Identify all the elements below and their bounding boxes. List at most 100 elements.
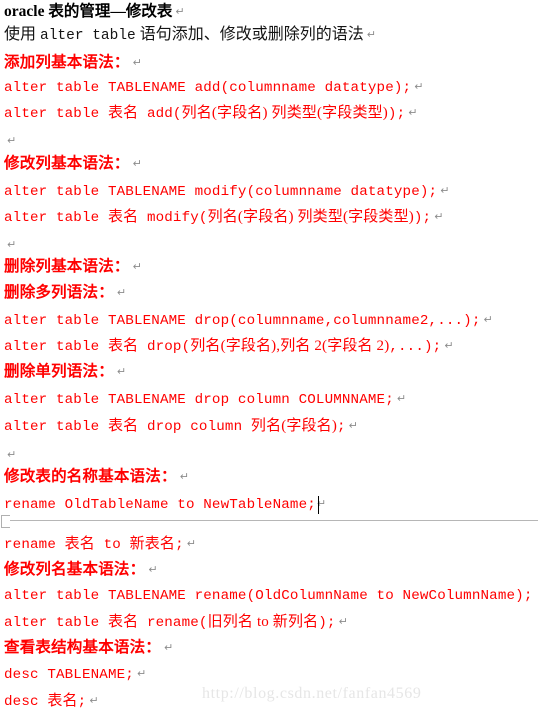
code-text-cjk: 表名 (64, 536, 95, 552)
code-text: alter table TABLENAME drop column COLUMN… (4, 392, 394, 408)
heading-drop-single-column: 删除单列语法： ↵ (4, 364, 126, 380)
return-mark: ↵ (148, 563, 158, 576)
heading-drop-multi-column: 删除多列语法： ↵ (4, 285, 126, 301)
document-title: oracle 表的管理—修改表 ↵ (4, 4, 185, 20)
heading-modify-column: 修改列基本语法： ↵ (4, 156, 142, 172)
document-canvas[interactable]: oracle 表的管理—修改表 ↵ 使用 alter table 语句添加、修改或… (0, 0, 538, 714)
code-rename-table-cn: rename 表名 to 新表名; ↵ (4, 536, 196, 553)
code-text-cjk: 旧列名 to 新列名 (207, 614, 319, 630)
code-text: alter table (4, 210, 108, 226)
return-mark: ↵ (483, 313, 493, 326)
intro-paragraph: 使用 alter table 语句添加、修改或删除列的语法 ↵ (4, 27, 376, 44)
page-title: oracle 表的管理—修改表 (4, 3, 173, 20)
code-text: alter table TABLENAME drop(columnname,co… (4, 313, 481, 329)
heading-add-column: 添加列基本语法： ↵ (4, 55, 142, 71)
heading-label: 删除列基本语法： (4, 258, 130, 275)
section-break-handle[interactable] (1, 515, 10, 528)
code-text: rename( (138, 615, 208, 631)
code-text-cjk: 新表名 (129, 536, 176, 552)
return-mark: ↵ (164, 641, 174, 654)
code-text: ); (387, 106, 406, 122)
watermark: http://blog.csdn.net/fanfan4569 (202, 685, 422, 702)
return-mark: ↵ (348, 419, 358, 432)
code-text: add( (138, 106, 182, 122)
heading-rename-column: 修改列名基本语法： ↵ (4, 562, 158, 578)
return-mark: ↵ (338, 615, 348, 628)
code-text: alter table (4, 419, 108, 435)
return-mark: ↵ (366, 28, 376, 41)
code-drop-single-en: alter table TABLENAME drop column COLUMN… (4, 393, 406, 407)
code-text-cjk: 表名 (107, 105, 139, 121)
heading-rename-table: 修改表的名称基本语法： ↵ (4, 469, 189, 485)
code-text: ; (77, 694, 87, 710)
heading-label: 删除多列语法： (4, 284, 114, 301)
code-rename-column-cn: alter table 表名 rename(旧列名 to 新列名); ↵ (4, 614, 348, 631)
code-modify-column-cn: alter table 表名 modify(列名(字段名) 列类型(字段类型))… (4, 209, 444, 226)
return-mark: ↵ (434, 210, 444, 223)
text-caret (318, 496, 319, 514)
section-break-line (10, 520, 538, 521)
code-text: rename (4, 537, 65, 553)
code-text: ; (336, 419, 346, 435)
code-text: alter table (4, 339, 108, 355)
code-text: alter table (4, 615, 108, 631)
empty-paragraph: ↵ (4, 237, 16, 253)
code-text: rename OldTableName to NewTableName; (4, 497, 316, 513)
code-drop-single-cn: alter table 表名 drop column 列名(字段名); ↵ (4, 418, 358, 435)
code-text: to (94, 537, 130, 553)
intro-text-prefix: 使用 (4, 26, 41, 43)
code-text: drop column (138, 419, 251, 435)
code-text: ); (413, 210, 432, 226)
return-mark: ↵ (396, 392, 407, 405)
code-text-cjk: 表名 (107, 338, 139, 354)
code-text-cjk: 表名 (107, 418, 139, 434)
heading-describe-table: 查看表结构基本语法： ↵ (4, 640, 173, 656)
empty-paragraph: ↵ (4, 447, 16, 463)
code-modify-column-en: alter table TABLENAME modify(columnname … (4, 185, 449, 199)
code-text-cjk: 列名(字段名) 列类型(字段类型) (207, 209, 414, 225)
code-text: alter table TABLENAME add(columnname dat… (4, 80, 412, 96)
return-mark: ↵ (116, 286, 127, 299)
return-mark: ↵ (186, 537, 196, 550)
code-rename-column-en: alter table TABLENAME rename(OldColumnNa… (4, 589, 533, 603)
return-mark: ↵ (132, 157, 142, 170)
return-mark: ↵ (89, 694, 99, 707)
return-mark: ↵ (7, 448, 17, 461)
code-text: desc (4, 694, 48, 710)
return-mark: ↵ (132, 260, 142, 273)
code-text-cjk: 列名(字段名),列名 2(字段名 2) (190, 338, 390, 354)
return-mark: ↵ (136, 667, 147, 680)
code-text: alter table TABLENAME modify(columnname … (4, 184, 438, 200)
code-text-cjk: 列名(字段名) (250, 418, 337, 434)
code-drop-multi-en: alter table TABLENAME drop(columnname,co… (4, 314, 493, 328)
code-text: ; (175, 537, 184, 553)
code-text: ,...); (389, 339, 442, 355)
code-rename-table-en: rename OldTableName to NewTableName;↵ (4, 498, 326, 512)
code-describe-en: desc TABLENAME; ↵ (4, 668, 146, 682)
section-break-rule[interactable] (0, 515, 538, 528)
code-text-cjk: 表名 (47, 693, 78, 709)
heading-drop-column: 删除列基本语法： ↵ (4, 259, 142, 275)
intro-text-code: alter table (40, 28, 136, 44)
return-mark: ↵ (440, 184, 450, 197)
heading-label: 删除单列语法： (4, 363, 114, 380)
return-mark: ↵ (414, 80, 424, 93)
return-mark: ↵ (175, 5, 185, 18)
return-mark: ↵ (132, 56, 142, 69)
heading-label: 修改表的名称基本语法： (4, 468, 177, 485)
code-text: desc TABLENAME; (4, 667, 134, 683)
return-mark: ↵ (7, 134, 17, 147)
heading-label: 添加列基本语法： (4, 54, 130, 71)
heading-label: 修改列基本语法： (4, 155, 130, 172)
code-add-column-en: alter table TABLENAME add(columnname dat… (4, 81, 423, 95)
heading-label: 修改列名基本语法： (4, 561, 146, 578)
code-text-cjk: 表名 (107, 209, 139, 225)
code-text-cjk: 表名 (107, 614, 139, 630)
code-add-column-cn: alter table 表名 add(列名(字段名) 列类型(字段类型)); ↵ (4, 105, 418, 122)
heading-label: 查看表结构基本语法： (4, 639, 162, 656)
empty-paragraph: ↵ (4, 133, 16, 149)
code-describe-cn: desc 表名; ↵ (4, 693, 99, 710)
code-text: modify( (138, 210, 208, 226)
return-mark: ↵ (116, 365, 127, 378)
return-mark: ↵ (408, 106, 418, 119)
